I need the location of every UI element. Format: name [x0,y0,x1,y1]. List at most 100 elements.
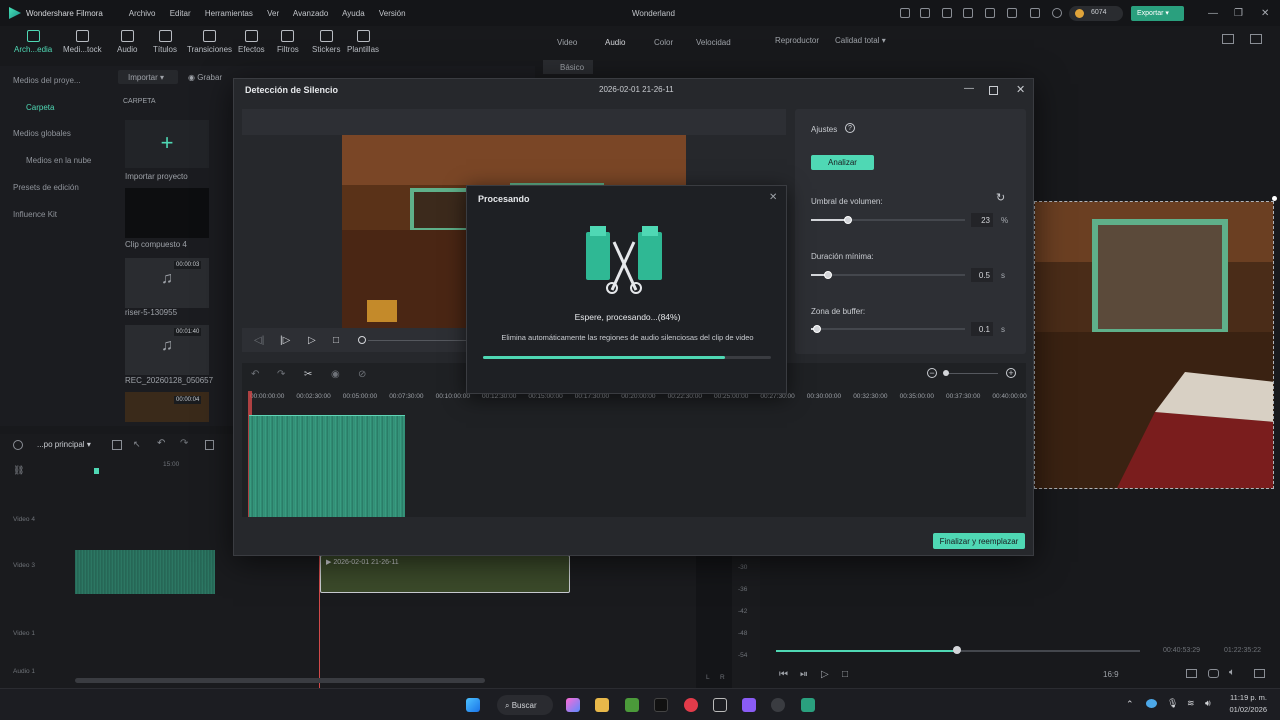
capcut-icon[interactable] [713,698,727,712]
sidebar-item-influence-kit[interactable]: Influence Kit [13,210,57,219]
player-preview[interactable] [1034,201,1274,489]
avatar[interactable] [1052,8,1062,18]
gift-icon[interactable] [900,8,910,18]
volume-threshold-slider[interactable] [811,216,965,224]
dialog-close-icon[interactable]: ✕ [1016,83,1025,96]
dialog-maximize-icon[interactable] [989,86,998,95]
tool-transitions[interactable]: Transiciones [187,30,232,54]
step-play-icon[interactable]: ⏯ [800,669,808,680]
app-icon[interactable] [742,698,756,712]
processing-close-icon[interactable]: ✕ [769,192,777,203]
menu-herramientas[interactable]: Herramientas [205,9,253,18]
help-icon[interactable]: ? [845,123,855,133]
step-play-icon[interactable]: |▷ [280,335,290,346]
record-button[interactable]: ◉ Grabar [188,73,222,82]
tab-basic[interactable]: Básico [543,60,593,74]
prev-frame-icon[interactable]: ◁| [254,335,264,346]
sidebar-item-edit-presets[interactable]: Presets de edición [13,183,79,192]
tab-video[interactable]: Video [557,38,577,47]
lightbulb-icon[interactable] [942,8,952,18]
tool-filters[interactable]: Filtros [277,30,299,54]
marker-icon[interactable] [94,468,99,474]
tool-import-media[interactable]: Arch...edia [14,30,52,54]
menu-editar[interactable]: Editar [170,9,191,18]
waveform-clip[interactable] [249,415,405,517]
tool-titles[interactable]: Títulos [153,30,177,54]
file-explorer-icon[interactable] [595,698,609,712]
zoom-out-icon[interactable]: − [927,368,937,378]
timeline-ruler[interactable]: 00:00:00:00 00:02:30:00 00:05:00:00 00:07:3… [250,393,1027,405]
menu-version[interactable]: Versión [379,9,406,18]
menu-archivo[interactable]: Archivo [129,9,156,18]
slider-knob[interactable] [843,216,852,224]
zoom-slider[interactable] [946,373,998,374]
preview-progress-track[interactable] [368,340,468,341]
track-settings-icon[interactable] [13,440,23,450]
tool-stickers[interactable]: Stickers [312,30,340,54]
timeline-scrollbar[interactable] [75,678,485,683]
slider-knob[interactable] [823,271,832,279]
sidebar-item-cloud-media[interactable]: Medios en la nube [26,156,91,165]
link-icon[interactable]: ⛓ [13,465,24,476]
play-icon[interactable]: ▷ [308,335,316,346]
opera-icon[interactable] [684,698,698,712]
camera-icon[interactable] [1208,669,1219,678]
media-item-thumb[interactable] [125,188,209,238]
scissors-icon[interactable]: ✂ [304,369,312,380]
minimize-icon[interactable]: — [1208,8,1218,19]
undo-icon[interactable]: ↶ [251,369,259,380]
copilot-icon[interactable] [566,698,580,712]
video-clip[interactable]: ▶ 2026-02-01 21-26-11 [320,555,570,593]
sidebar-item-global-media[interactable]: Medios globales [13,129,71,138]
zoom-in-icon[interactable]: + [1006,368,1016,378]
stop-icon[interactable]: □ [333,335,339,346]
volume-icon[interactable]: 🔈︎ [1229,667,1235,678]
prev-frame-icon[interactable]: ⏮ [779,669,788,680]
redo-icon[interactable]: ↷ [277,369,285,380]
fullscreen-icon[interactable] [1254,669,1265,678]
grid-icon[interactable] [112,440,122,450]
clock-time[interactable]: 11:19 p. m. [1227,693,1267,702]
redo-icon[interactable]: ↷ [180,438,188,449]
headset-icon[interactable] [963,8,973,18]
close-icon[interactable]: ✕ [1261,8,1269,19]
undo-icon[interactable]: ↶ [157,438,165,449]
preview-scrubber[interactable] [358,336,366,344]
tray-chevron-icon[interactable]: ⌃ [1126,699,1134,710]
slider-knob[interactable] [813,325,822,333]
cloud-sync-icon[interactable] [1146,699,1157,708]
dialog-minimize-icon[interactable]: — [964,83,974,94]
buffer-zone-value[interactable]: 0.1 [971,322,993,336]
sidebar-item-folder[interactable]: Carpeta [26,103,54,112]
credits-badge[interactable]: 6074 [1069,6,1123,21]
finalize-replace-button[interactable]: Finalizar y reemplazar [933,533,1025,549]
resize-handle[interactable] [1272,196,1277,201]
microphone-icon[interactable]: 🎙︎ [1167,698,1178,709]
grid-icon[interactable] [1030,8,1040,18]
download-icon[interactable] [985,8,995,18]
snapshot-icon[interactable] [1250,34,1262,44]
min-duration-slider[interactable] [811,271,965,279]
start-icon[interactable] [466,698,480,712]
stop-icon[interactable]: □ [842,669,848,680]
send-icon[interactable] [920,8,930,18]
player-scrubber[interactable] [953,646,961,654]
sidebar-item-project-media[interactable]: Medios del proye... [13,76,81,85]
tool-templates[interactable]: Plantillas [347,30,379,54]
volume-threshold-value[interactable]: 23 [971,213,993,227]
tab-speed[interactable]: Velocidad [696,38,731,47]
player-progress-track[interactable] [956,650,1140,652]
tiktok-icon[interactable] [654,698,668,712]
menu-ayuda[interactable]: Ayuda [342,9,365,18]
timeline-group-dropdown[interactable]: ...po principal ▾ [37,440,91,449]
menu-ver[interactable]: Ver [267,9,279,18]
tool-audio[interactable]: Audio [117,30,137,54]
display-icon[interactable] [1186,669,1197,678]
zoom-knob[interactable] [943,370,949,376]
cloud-icon[interactable] [1007,8,1017,18]
min-duration-value[interactable]: 0.5 [971,268,993,282]
tab-audio[interactable]: Audio [605,38,625,47]
eye-off-icon[interactable]: ⊘ [358,369,366,380]
reset-icon[interactable]: ↻ [996,191,1005,204]
chatgpt-icon[interactable] [771,698,785,712]
